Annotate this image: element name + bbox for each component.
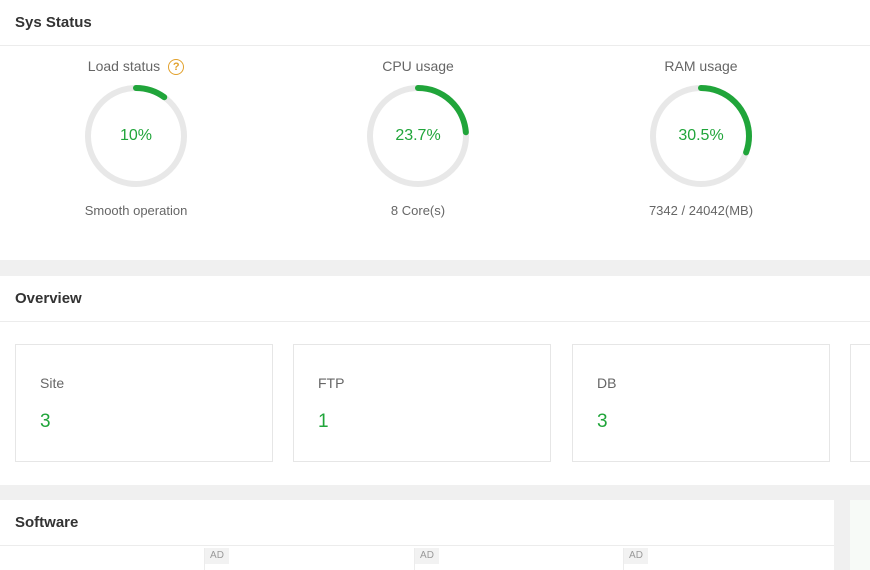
card-label: FTP bbox=[318, 375, 345, 391]
ram-usage-label: RAM usage bbox=[664, 58, 738, 74]
software-panel: Software AD AD AD bbox=[0, 500, 834, 570]
card-label: DB bbox=[597, 375, 617, 391]
overview-title: Overview bbox=[0, 276, 870, 322]
card-value[interactable]: 1 bbox=[318, 411, 329, 433]
load-status-sub: Smooth operation bbox=[84, 203, 188, 218]
overview-panel: Overview Site 3 FTP 1 DB 3 bbox=[0, 276, 870, 485]
cpu-usage-ring: 23.7% bbox=[363, 81, 473, 191]
load-status-value: 10% bbox=[119, 127, 153, 144]
software-title: Software bbox=[0, 500, 834, 546]
overview-card-partial[interactable] bbox=[850, 344, 870, 462]
overview-card-ftp[interactable]: FTP 1 bbox=[293, 344, 551, 462]
overview-card-site[interactable]: Site 3 bbox=[15, 344, 273, 462]
ad-badge: AD bbox=[205, 548, 229, 564]
ad-badge: AD bbox=[415, 548, 439, 564]
card-value[interactable]: 3 bbox=[597, 411, 608, 433]
ram-usage-sub: 7342 / 24042(MB) bbox=[648, 203, 754, 218]
card-value[interactable]: 3 bbox=[40, 411, 51, 433]
ram-usage-ring: 30.5% bbox=[646, 81, 756, 191]
side-panel bbox=[850, 500, 870, 570]
help-icon[interactable]: ? bbox=[168, 59, 185, 75]
sys-status-panel: Sys Status Load status? 10% Smooth opera… bbox=[0, 0, 870, 260]
ram-usage-value: 30.5% bbox=[678, 127, 724, 144]
ram-usage-gauge[interactable]: RAM usage 30.5% 7342 / 24042(MB) bbox=[596, 47, 806, 218]
cpu-usage-gauge[interactable]: CPU usage 23.7% 8 Core(s) bbox=[313, 47, 523, 218]
ad-badge: AD bbox=[624, 548, 648, 564]
sys-status-title: Sys Status bbox=[0, 0, 870, 46]
card-label: Site bbox=[40, 375, 65, 391]
cpu-usage-label: CPU usage bbox=[382, 58, 454, 74]
cpu-usage-sub: 8 Core(s) bbox=[390, 203, 446, 218]
load-status-ring: 10% bbox=[81, 81, 191, 191]
load-status-gauge[interactable]: Load status? 10% Smooth operation bbox=[31, 47, 241, 218]
overview-card-db[interactable]: DB 3 bbox=[572, 344, 830, 462]
load-status-label: Load status bbox=[87, 58, 161, 74]
cpu-usage-value: 23.7% bbox=[395, 127, 441, 144]
